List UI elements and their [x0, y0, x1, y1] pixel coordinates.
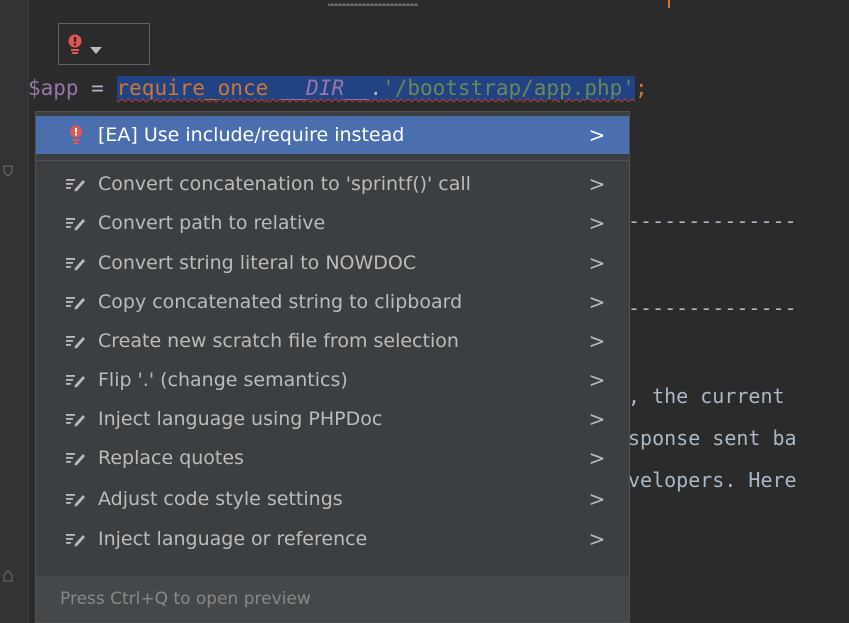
code-token: =: [78, 76, 117, 100]
menu-item-label: Create new scratch file from selection: [98, 330, 459, 352]
menu-item-label: Convert concatenation to 'sprintf()' cal…: [98, 173, 471, 195]
background-code-line: , the current: [628, 384, 785, 408]
submenu-arrow-icon: >: [588, 487, 606, 511]
menu-separator: [36, 160, 629, 161]
menu-item-label: Copy concatenated string to clipboard: [98, 291, 463, 313]
code-token: $app: [28, 76, 79, 100]
menu-item[interactable]: Inject language or reference >: [36, 520, 629, 558]
intention-bulb-button[interactable]: [58, 23, 150, 65]
code-token: __DIR__: [280, 76, 370, 100]
menu-item-label: Flip '.' (change semantics): [98, 369, 348, 391]
menu-item[interactable]: Inject language using PHPDoc >: [36, 400, 629, 438]
menu-item-use-include-require[interactable]: [EA] Use include/require instead >: [36, 116, 629, 154]
menu-item[interactable]: Flip '.' (change semantics) >: [36, 361, 629, 399]
intention-pencil-icon: [64, 290, 88, 314]
code-token: ;: [634, 76, 648, 100]
submenu-arrow-icon: >: [588, 527, 606, 551]
submenu-arrow-icon: >: [588, 407, 606, 431]
intention-pencil-icon: [64, 487, 88, 511]
intention-pencil-icon: [64, 251, 88, 275]
intention-pencil-icon: [64, 368, 88, 392]
background-code-line: --------------: [628, 296, 797, 320]
submenu-arrow-icon: >: [588, 368, 606, 392]
code-token: [268, 76, 281, 100]
code-line-require[interactable]: $app = require_once __DIR__.'/bootstrap/…: [28, 73, 648, 103]
menu-item-label: Convert path to relative: [98, 212, 326, 234]
fold-marker-icon[interactable]: [3, 165, 13, 177]
bulb-red-icon: [64, 123, 88, 147]
menu-item[interactable]: Convert path to relative >: [36, 204, 629, 242]
menu-item-label: Adjust code style settings: [98, 488, 343, 510]
code-token: .: [369, 76, 383, 100]
previous-line-fragment: [28, 0, 849, 10]
menu-item-label: Convert string literal to NOWDOC: [98, 252, 417, 274]
intention-pencil-icon: [64, 172, 88, 196]
preview-hint: Press Ctrl+Q to open preview: [36, 576, 629, 622]
menu-item[interactable]: Adjust code style settings >: [36, 480, 629, 518]
submenu-arrow-icon: >: [588, 251, 606, 275]
code-token: require_once: [116, 76, 269, 100]
menu-item[interactable]: Copy concatenated string to clipboard >: [36, 283, 629, 321]
intention-actions-popup: [EA] Use include/require instead > Conve…: [35, 111, 630, 623]
code-token: '/bootstrap/app.php': [382, 76, 635, 100]
menu-item[interactable]: Convert string literal to NOWDOC >: [36, 244, 629, 282]
intention-pencil-icon: [64, 407, 88, 431]
chevron-down-icon: [90, 40, 102, 59]
submenu-arrow-icon: >: [588, 123, 606, 147]
submenu-arrow-icon: >: [588, 172, 606, 196]
submenu-arrow-icon: >: [588, 329, 606, 353]
intention-pencil-icon: [64, 527, 88, 551]
submenu-arrow-icon: >: [588, 290, 606, 314]
submenu-arrow-icon: >: [588, 211, 606, 235]
menu-item[interactable]: Replace quotes >: [36, 439, 629, 477]
intention-pencil-icon: [64, 446, 88, 470]
background-code-line: velopers. Here: [628, 468, 797, 492]
menu-item[interactable]: Create new scratch file from selection >: [36, 322, 629, 360]
menu-item-label: [EA] Use include/require instead: [98, 124, 405, 146]
intention-pencil-icon: [64, 211, 88, 235]
menu-item-label: Replace quotes: [98, 447, 244, 469]
menu-item[interactable]: Convert concatenation to 'sprintf()' cal…: [36, 165, 629, 203]
background-code-line: sponse sent ba: [628, 426, 797, 450]
menu-item-label: Inject language using PHPDoc: [98, 408, 383, 430]
submenu-arrow-icon: >: [588, 446, 606, 470]
background-code-line: --------------: [628, 209, 797, 233]
menu-item-label: Inject language or reference: [98, 528, 368, 550]
bulb-red-icon: [67, 34, 83, 60]
fold-marker-icon[interactable]: [3, 570, 13, 582]
editor-gutter: [0, 0, 29, 623]
intention-pencil-icon: [64, 329, 88, 353]
